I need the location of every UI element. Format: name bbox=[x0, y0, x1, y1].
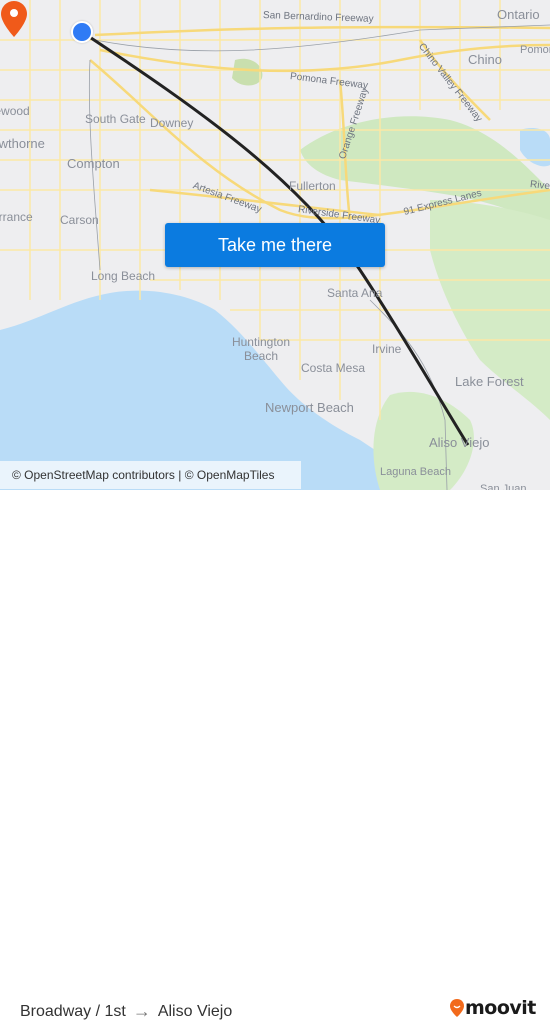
origin-marker[interactable] bbox=[71, 21, 93, 43]
city-label-pomona: Pomona bbox=[520, 44, 550, 56]
city-label-long-beach: Long Beach bbox=[91, 269, 156, 283]
city-label-newport-beach: Newport Beach bbox=[265, 400, 354, 415]
destination-pin-icon[interactable] bbox=[0, 0, 28, 38]
city-label-inglewood: Inglewood bbox=[0, 104, 30, 118]
city-label-santa-ana: Santa Ana bbox=[327, 286, 383, 300]
map[interactable]: Ontario Chino Pomona South Gate Downey C… bbox=[0, 0, 550, 490]
take-me-there-button[interactable]: Take me there bbox=[165, 223, 385, 267]
city-label-lake-forest: Lake Forest bbox=[455, 374, 524, 389]
city-label-carson: Carson bbox=[60, 213, 99, 227]
city-label-chino: Chino bbox=[468, 52, 502, 67]
park-small bbox=[232, 58, 263, 86]
city-label-huntington-beach: Huntington Beach bbox=[231, 335, 291, 363]
city-label-costa-mesa: Costa Mesa bbox=[301, 361, 366, 375]
city-label-hawthorne: Hawthorne bbox=[0, 136, 45, 151]
city-label-irvine: Irvine bbox=[372, 342, 402, 356]
brand-name: moovit bbox=[465, 997, 536, 1019]
road-label-riverside-freeway-east: Rive bbox=[529, 179, 550, 193]
arrow-right-icon: → bbox=[132, 1001, 151, 1021]
moovit-logo[interactable]: moovit bbox=[449, 997, 536, 1019]
origin-name: Broadway / 1st bbox=[20, 1002, 126, 1020]
city-label-aliso-viejo: Aliso Viejo bbox=[429, 435, 490, 450]
map-attribution[interactable]: © OpenStreetMap contributors | © OpenMap… bbox=[0, 461, 301, 489]
footer: Broadway / 1st → Aliso Viejo moovit bbox=[0, 490, 550, 1021]
moovit-pin-icon bbox=[450, 999, 464, 1017]
route-summary: Broadway / 1st → Aliso Viejo bbox=[20, 1001, 232, 1022]
city-label-torrance: Torrance bbox=[0, 210, 33, 224]
city-label-compton: Compton bbox=[67, 156, 120, 171]
city-label-fullerton: Fullerton bbox=[289, 179, 336, 193]
city-label-laguna-beach: Laguna Beach bbox=[380, 466, 451, 478]
city-label-south-gate: South Gate bbox=[85, 112, 146, 126]
city-label-ontario: Ontario bbox=[497, 7, 540, 22]
destination-name: Aliso Viejo bbox=[157, 1002, 233, 1020]
city-label-downey: Downey bbox=[150, 116, 194, 130]
